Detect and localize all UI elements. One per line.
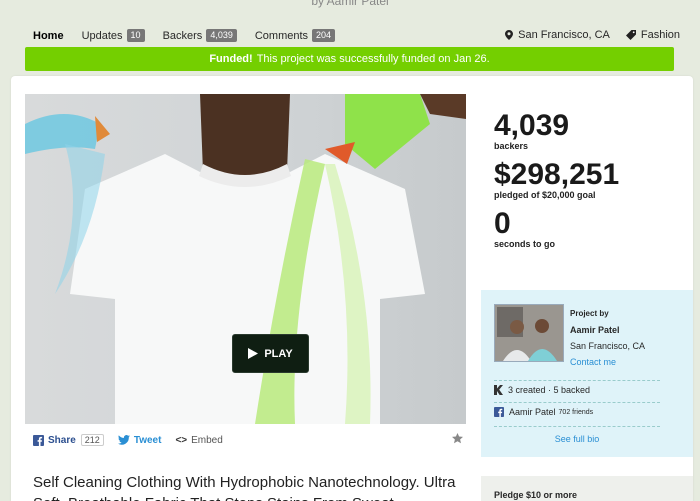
comments-count-badge: 204 bbox=[312, 29, 336, 42]
creator-history[interactable]: 3 created · 5 backed bbox=[494, 380, 660, 395]
tab-comments-label: Comments bbox=[254, 29, 309, 42]
funded-strong: Funded! bbox=[209, 53, 253, 65]
pledged-label: pledged of $20,000 goal bbox=[494, 190, 596, 200]
facebook-share-button[interactable]: Share 212 bbox=[33, 434, 104, 446]
code-icon: <> bbox=[175, 434, 188, 446]
facebook-friends: 702 friends bbox=[558, 408, 594, 416]
bio-divider bbox=[494, 426, 660, 427]
see-full-bio-link[interactable]: See full bio bbox=[494, 434, 660, 444]
funded-banner: Funded! This project was successfully fu… bbox=[25, 47, 674, 71]
tweet-button[interactable]: Tweet bbox=[117, 434, 162, 446]
facebook-icon bbox=[33, 434, 44, 446]
creator-facebook[interactable]: Aamir Patel 702 friends bbox=[494, 402, 660, 417]
embed-button[interactable]: <> Embed bbox=[175, 435, 222, 446]
embed-label: Embed bbox=[191, 434, 223, 446]
tab-home-label: Home bbox=[33, 29, 64, 42]
creator-byline: by Aamir Patel bbox=[311, 0, 389, 8]
share-count: 212 bbox=[80, 434, 104, 446]
backers-label: backers bbox=[494, 141, 529, 151]
tab-backers[interactable]: Backers 4,039 bbox=[163, 29, 237, 42]
backers-count-badge: 4,039 bbox=[206, 29, 237, 42]
play-label: PLAY bbox=[264, 347, 293, 360]
pledge-label: Pledge $10 or more bbox=[494, 490, 578, 500]
category-link[interactable]: Fashion bbox=[625, 29, 680, 41]
tab-updates-label: Updates bbox=[81, 29, 123, 42]
facebook-icon bbox=[494, 407, 504, 417]
project-by-label: Project by bbox=[570, 309, 609, 318]
time-remaining-label: seconds to go bbox=[494, 239, 556, 249]
history-label: 3 created · 5 backed bbox=[508, 385, 591, 395]
share-bar: Share 212 Tweet <> Embed bbox=[33, 432, 463, 448]
project-video[interactable]: PLAY bbox=[25, 94, 466, 424]
tab-backers-label: Backers bbox=[162, 29, 203, 42]
updates-count-badge: 10 bbox=[126, 29, 145, 42]
time-remaining-value: 0 bbox=[494, 207, 511, 240]
play-button[interactable]: PLAY bbox=[232, 334, 309, 373]
funding-stats: 4,039 backers $298,251 pledged of $20,00… bbox=[494, 110, 619, 257]
share-label: Share bbox=[48, 434, 76, 446]
funded-text: This project was successfully funded on … bbox=[256, 53, 490, 65]
location-label: San Francisco, CA bbox=[518, 29, 610, 41]
video-thumbnail bbox=[25, 94, 466, 424]
tab-updates[interactable]: Updates 10 bbox=[82, 29, 145, 42]
tab-home[interactable]: Home bbox=[33, 30, 64, 42]
backers-value: 4,039 bbox=[494, 109, 570, 142]
creator-location: San Francisco, CA bbox=[570, 341, 646, 351]
location-link[interactable]: San Francisco, CA bbox=[505, 29, 610, 41]
project-title: Self Cleaning Clothing With Hydrophobic … bbox=[33, 474, 456, 501]
creator-card: Project by Aamir Patel San Francisco, CA… bbox=[481, 290, 693, 457]
creator-name[interactable]: Aamir Patel bbox=[570, 322, 645, 338]
pledge-reward[interactable]: Pledge $10 or more bbox=[481, 476, 693, 501]
creator-info: Project by Aamir Patel San Francisco, CA… bbox=[570, 306, 645, 370]
map-pin-icon bbox=[505, 30, 514, 40]
star-icon[interactable] bbox=[452, 433, 463, 444]
twitter-icon bbox=[117, 435, 130, 445]
tag-icon bbox=[625, 30, 636, 40]
category-label: Fashion bbox=[640, 29, 680, 41]
tab-comments[interactable]: Comments 204 bbox=[254, 29, 336, 42]
kickstarter-icon bbox=[494, 385, 503, 395]
play-icon bbox=[248, 348, 259, 359]
project-nav: Home Updates 10 Backers 4,039 Comments 2… bbox=[25, 25, 680, 45]
contact-link[interactable]: Contact me bbox=[570, 354, 645, 370]
pledged-value: $298,251 bbox=[494, 158, 620, 191]
creator-avatar[interactable] bbox=[494, 304, 564, 362]
creator-photo bbox=[495, 305, 563, 361]
tweet-label: Tweet bbox=[133, 434, 162, 446]
facebook-name: Aamir Patel bbox=[509, 407, 556, 417]
